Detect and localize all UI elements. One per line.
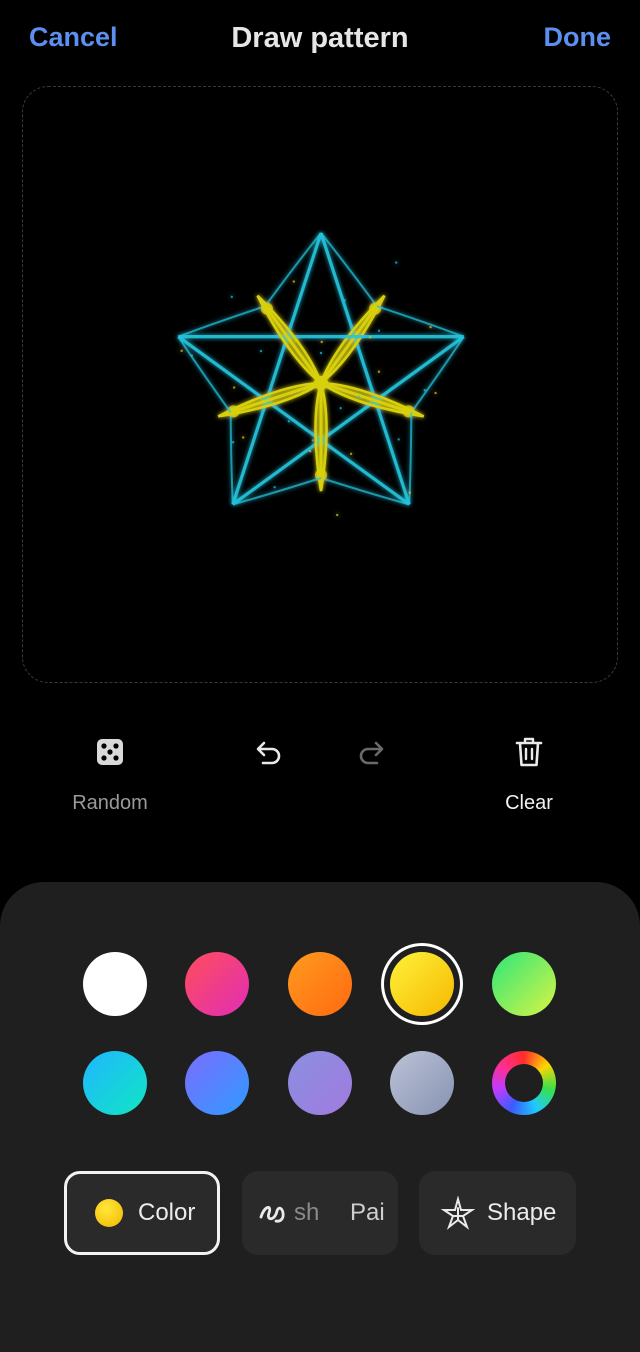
pattern-sparkle	[232, 386, 236, 389]
tab-color-label: Color	[138, 1199, 196, 1226]
pattern-sparkle	[309, 449, 312, 453]
pattern-yellow-spine	[261, 301, 323, 384]
color-swatch-pink-red[interactable]	[185, 952, 249, 1016]
tab-brush-label-right: Pai	[350, 1199, 385, 1226]
pattern-yellow-node	[260, 302, 273, 315]
pattern-sparkle	[368, 336, 372, 339]
trash-icon	[515, 737, 543, 767]
pattern-sparkle	[311, 439, 315, 442]
pattern-sparkle	[343, 299, 346, 302]
shape-star-icon	[441, 1196, 475, 1230]
tab-color[interactable]: Color	[64, 1171, 220, 1255]
color-swatch-cyan[interactable]	[83, 1051, 147, 1115]
random-label: Random	[72, 792, 148, 814]
undo-button[interactable]	[237, 730, 297, 774]
pattern-sparkle	[259, 349, 263, 353]
dice-icon	[97, 739, 123, 765]
pattern-sparkle	[336, 513, 339, 517]
pattern-yellow-spine	[225, 381, 322, 416]
pattern-sparkle	[241, 436, 245, 439]
pattern-sparkle	[339, 407, 342, 410]
random-button[interactable]: Random	[40, 730, 180, 815]
tab-brush[interactable]: sh Pai	[242, 1171, 398, 1255]
pattern-sparkle	[190, 354, 194, 357]
color-swatch-orange[interactable]	[288, 952, 352, 1016]
pattern-sparkle	[230, 295, 234, 299]
done-button[interactable]: Done	[544, 22, 612, 53]
color-swatch-grey-blue[interactable]	[390, 1051, 454, 1115]
color-swatch-blue-violet[interactable]	[185, 1051, 249, 1115]
pattern-drawing	[177, 232, 465, 517]
pattern-cyan-arm	[177, 335, 413, 506]
pattern-sparkle	[292, 280, 296, 283]
pattern-sparkle	[357, 395, 360, 398]
pattern-sparkle	[377, 370, 381, 373]
pattern-sparkle	[349, 452, 353, 456]
pattern-center	[314, 376, 328, 390]
spectrum-ring-center	[505, 1064, 543, 1102]
color-swatch-spectrum[interactable]	[492, 1051, 556, 1115]
pattern-sparkle	[395, 261, 398, 264]
pattern-sparkle	[429, 325, 432, 329]
pattern-yellow-node	[369, 302, 382, 315]
clear-label: Clear	[505, 792, 553, 814]
pattern-sparkle	[294, 339, 297, 343]
color-swatch-yellow[interactable]	[390, 952, 454, 1016]
pattern-sparkle	[319, 351, 323, 355]
color-swatch-white[interactable]	[83, 952, 147, 1016]
pattern-yellow-node	[402, 405, 415, 418]
clear-button[interactable]: Clear	[459, 730, 599, 815]
redo-icon	[359, 741, 384, 765]
tool-bar: Random Clear	[0, 730, 640, 830]
pattern-sparkle	[287, 420, 291, 423]
pattern-sparkle	[423, 389, 426, 392]
tab-brush-label-left: sh	[294, 1199, 320, 1226]
pattern-sparkle	[434, 391, 437, 395]
drawing-canvas[interactable]	[22, 86, 618, 683]
color-swatch-green[interactable]	[492, 952, 556, 1016]
pattern-yellow-spine	[319, 301, 381, 384]
tab-shape-label: Shape	[487, 1199, 557, 1226]
undo-icon	[256, 741, 281, 765]
brush-stroke-icon	[259, 1206, 285, 1223]
tab-shape[interactable]: Shape	[419, 1171, 576, 1255]
color-dot-icon	[95, 1199, 123, 1227]
redo-button[interactable]	[343, 730, 403, 774]
pattern-sparkle	[397, 438, 400, 441]
pattern-sparkle	[273, 485, 276, 489]
pattern-sparkle	[231, 441, 235, 444]
pattern-yellow-spine	[320, 381, 417, 416]
color-swatch-lavender[interactable]	[288, 1051, 352, 1115]
pattern-sparkle	[180, 349, 183, 353]
pattern-sparkle	[290, 391, 293, 395]
pattern-sparkle	[320, 340, 323, 344]
pattern-sparkle	[408, 491, 411, 494]
header: Cancel Draw pattern Done	[0, 0, 640, 84]
pattern-sparkle	[377, 329, 381, 333]
